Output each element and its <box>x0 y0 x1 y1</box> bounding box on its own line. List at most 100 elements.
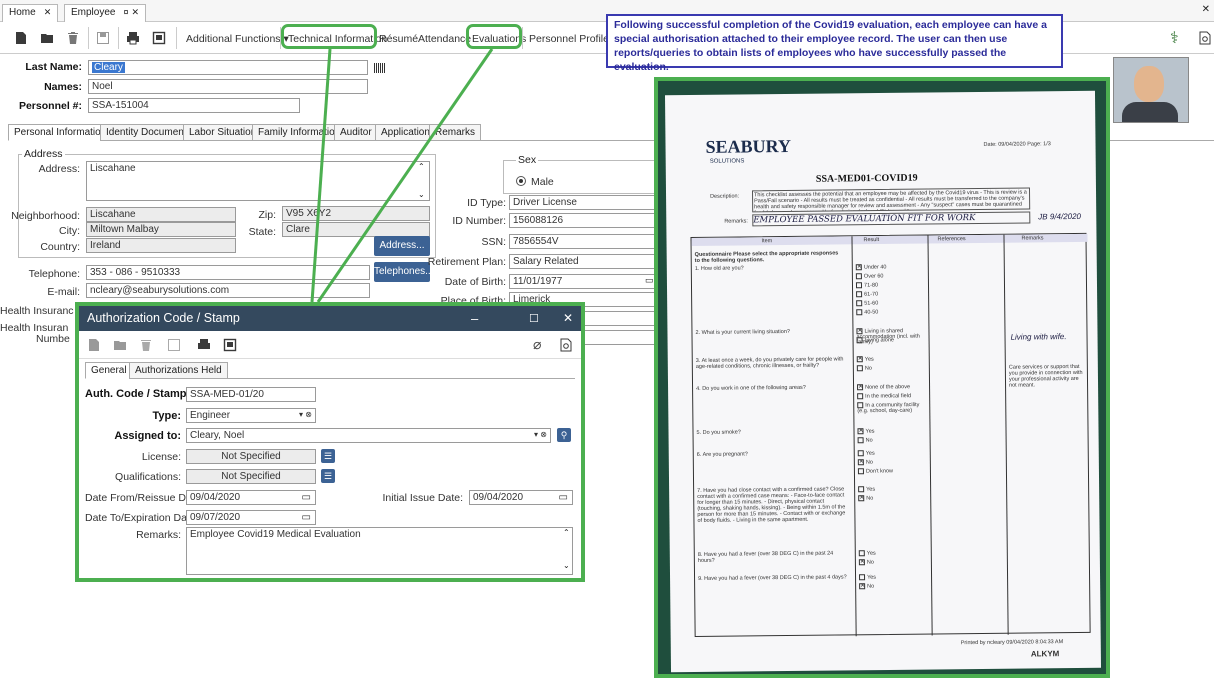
scan-question: 1. How old are you? <box>694 265 744 272</box>
scan-col-references: References <box>937 236 966 243</box>
scan-checkbox: ✕ <box>855 264 862 271</box>
scanned-checklist-image: SEABURY SOLUTIONS Date: 09/04/2020 Page:… <box>654 77 1110 678</box>
scan-handwritten-remark: EMPLOYEE PASSED EVALUATION FIT FOR WORK <box>752 211 1031 227</box>
date-to-value: 09/07/2020 <box>190 512 241 523</box>
calendar-icon[interactable]: ▭ <box>302 492 311 503</box>
calendar-icon[interactable]: ▭ <box>559 492 568 503</box>
list-icon[interactable]: ☰ <box>321 469 335 483</box>
scan-checkbox <box>855 282 863 289</box>
scan-option-label: No <box>866 559 874 566</box>
scan-option-label: Living alone <box>864 337 894 344</box>
scroll-down-icon[interactable]: ⌄ <box>563 561 570 570</box>
assigned-to-value: Cleary, Noel <box>190 430 245 441</box>
save-icon[interactable] <box>167 338 181 352</box>
scan-option-label: Under 40 <box>863 264 887 271</box>
scan-checkbox <box>857 468 864 475</box>
list-icon[interactable]: ☰ <box>321 449 335 463</box>
scan-option-label: Yes <box>866 550 876 557</box>
scan-checkbox <box>857 402 864 409</box>
scan-option: In the medical field <box>857 393 927 401</box>
calendar-icon[interactable]: ▭ <box>302 512 311 523</box>
scan-checkbox: ✕ <box>857 459 864 466</box>
scan-description-label: Description: <box>710 193 740 200</box>
scan-option: Don't know <box>857 468 928 476</box>
scan-option-label: Yes <box>864 356 874 363</box>
scan-option-label: No <box>866 495 874 502</box>
date-to-field[interactable]: 09/07/2020 ▭ <box>186 510 316 525</box>
license-label: License: <box>141 451 181 463</box>
scan-handwritten-date: JB 9/4/2020 <box>1038 211 1082 222</box>
scan-option: ✕ Yes <box>857 428 927 436</box>
scan-option: ✕ Under 40 <box>855 264 926 272</box>
authorization-dialog: Authorization Code / Stamp – ☐ ✕ ⌀ Gener… <box>75 302 585 582</box>
scan-option: Living alone <box>856 337 927 345</box>
scan-remarks-label: Remarks: <box>724 218 748 225</box>
auth-code-field[interactable]: SSA-MED-01/20 <box>186 387 316 402</box>
close-icon[interactable]: ✕ <box>563 311 573 325</box>
scan-checkbox <box>856 291 863 298</box>
maximize-icon[interactable]: ☐ <box>529 312 539 325</box>
open-folder-icon[interactable] <box>113 338 127 352</box>
scan-option: No <box>857 437 928 445</box>
scan-checkbox: ✕ <box>859 583 866 590</box>
remarks-field[interactable]: Employee Covid19 Medical Evaluation <box>186 527 573 575</box>
scan-question: 6. Are you pregnant? <box>696 451 748 458</box>
scan-description: This checklist assesses the potential th… <box>751 187 1031 213</box>
scan-col-item: Item <box>761 238 773 245</box>
scan-option-label: 51-60 <box>864 300 879 307</box>
seabury-logo-sub: SOLUTIONS <box>709 158 745 165</box>
dialog-tabs: General Authorizations Held <box>85 362 575 379</box>
date-from-field[interactable]: 09/04/2020 ▭ <box>186 490 316 505</box>
scan-option-label: Yes <box>866 486 876 493</box>
scan-option-label: Yes <box>865 450 875 457</box>
scan-checkbox: ✕ <box>858 559 865 566</box>
minimize-icon[interactable]: – <box>471 311 478 326</box>
scan-remark-printed: Care services or support that you provid… <box>1008 363 1083 389</box>
scan-question: 8. Have you had a fever (over 38 DEG C) … <box>697 550 834 564</box>
new-document-icon[interactable] <box>87 338 101 352</box>
scan-option: 51-60 <box>856 300 926 308</box>
scan-question: 4. Do you work in one of the following a… <box>696 384 806 392</box>
print-icon[interactable] <box>197 338 211 352</box>
scan-footer: Printed by ncleary 09/04/2020 8:04:33 AM <box>960 639 1064 647</box>
assigned-to-select[interactable]: Cleary, Noel ▾ ⊗ <box>186 428 551 443</box>
scan-remark-handwritten: Living with wife. <box>1010 332 1067 342</box>
scan-option-label: 71-80 <box>863 282 879 289</box>
tab-general[interactable]: General <box>85 362 133 379</box>
dialog-toolbar: ⌀ <box>79 331 581 359</box>
dialog-title: Authorization Code / Stamp <box>87 311 240 325</box>
scan-checkbox: ✕ <box>857 428 864 435</box>
delete-icon[interactable] <box>139 338 153 352</box>
qualifications-field[interactable]: Not Specified <box>186 469 316 484</box>
scan-checkbox <box>857 437 864 444</box>
scan-date: Date: 09/04/2020 Page: 1/3 <box>983 141 1051 148</box>
tab-authorizations-held[interactable]: Authorizations Held <box>129 362 228 379</box>
search-icon[interactable]: ⚲ <box>557 428 571 442</box>
scan-option-label: Don't know <box>865 468 894 475</box>
scan-checkbox <box>859 574 866 581</box>
dropdown-clear-icon[interactable]: ▾ ⊗ <box>299 410 312 419</box>
scan-option: Yes <box>858 550 929 558</box>
scan-option: Yes <box>857 450 928 458</box>
scan-option: Yes <box>859 574 929 582</box>
scan-checkbox: ✕ <box>856 356 863 363</box>
initial-issue-label: Initial Issue Date: <box>382 492 463 504</box>
print-preview-icon[interactable] <box>223 338 237 352</box>
scan-option-label: No <box>867 583 875 590</box>
license-field[interactable]: Not Specified <box>186 449 316 464</box>
dropdown-clear-icon[interactable]: ▾ ⊗ <box>534 430 547 439</box>
scan-option: In a community facility (e.g. school, da… <box>857 402 927 415</box>
scan-option: Yes <box>858 486 928 494</box>
scan-question: 9. Have you had a fever (over 38 DEG C) … <box>698 574 847 582</box>
scan-checkbox <box>856 300 863 307</box>
seabury-logo: SEABURY <box>705 135 792 157</box>
scan-option-label: 40-50 <box>864 309 879 316</box>
scroll-up-icon[interactable]: ⌃ <box>563 528 570 537</box>
type-select[interactable]: Engineer ▾ ⊗ <box>186 408 316 423</box>
initial-issue-field[interactable]: 09/04/2020 ▭ <box>469 490 573 505</box>
scan-option: ✕ No <box>858 559 929 567</box>
scan-checkbox: ✕ <box>858 495 865 502</box>
document-search-icon[interactable] <box>559 338 573 352</box>
attachment-icon[interactable]: ⌀ <box>533 336 541 353</box>
auth-code-label: Auth. Code / Stamp: <box>85 388 191 400</box>
